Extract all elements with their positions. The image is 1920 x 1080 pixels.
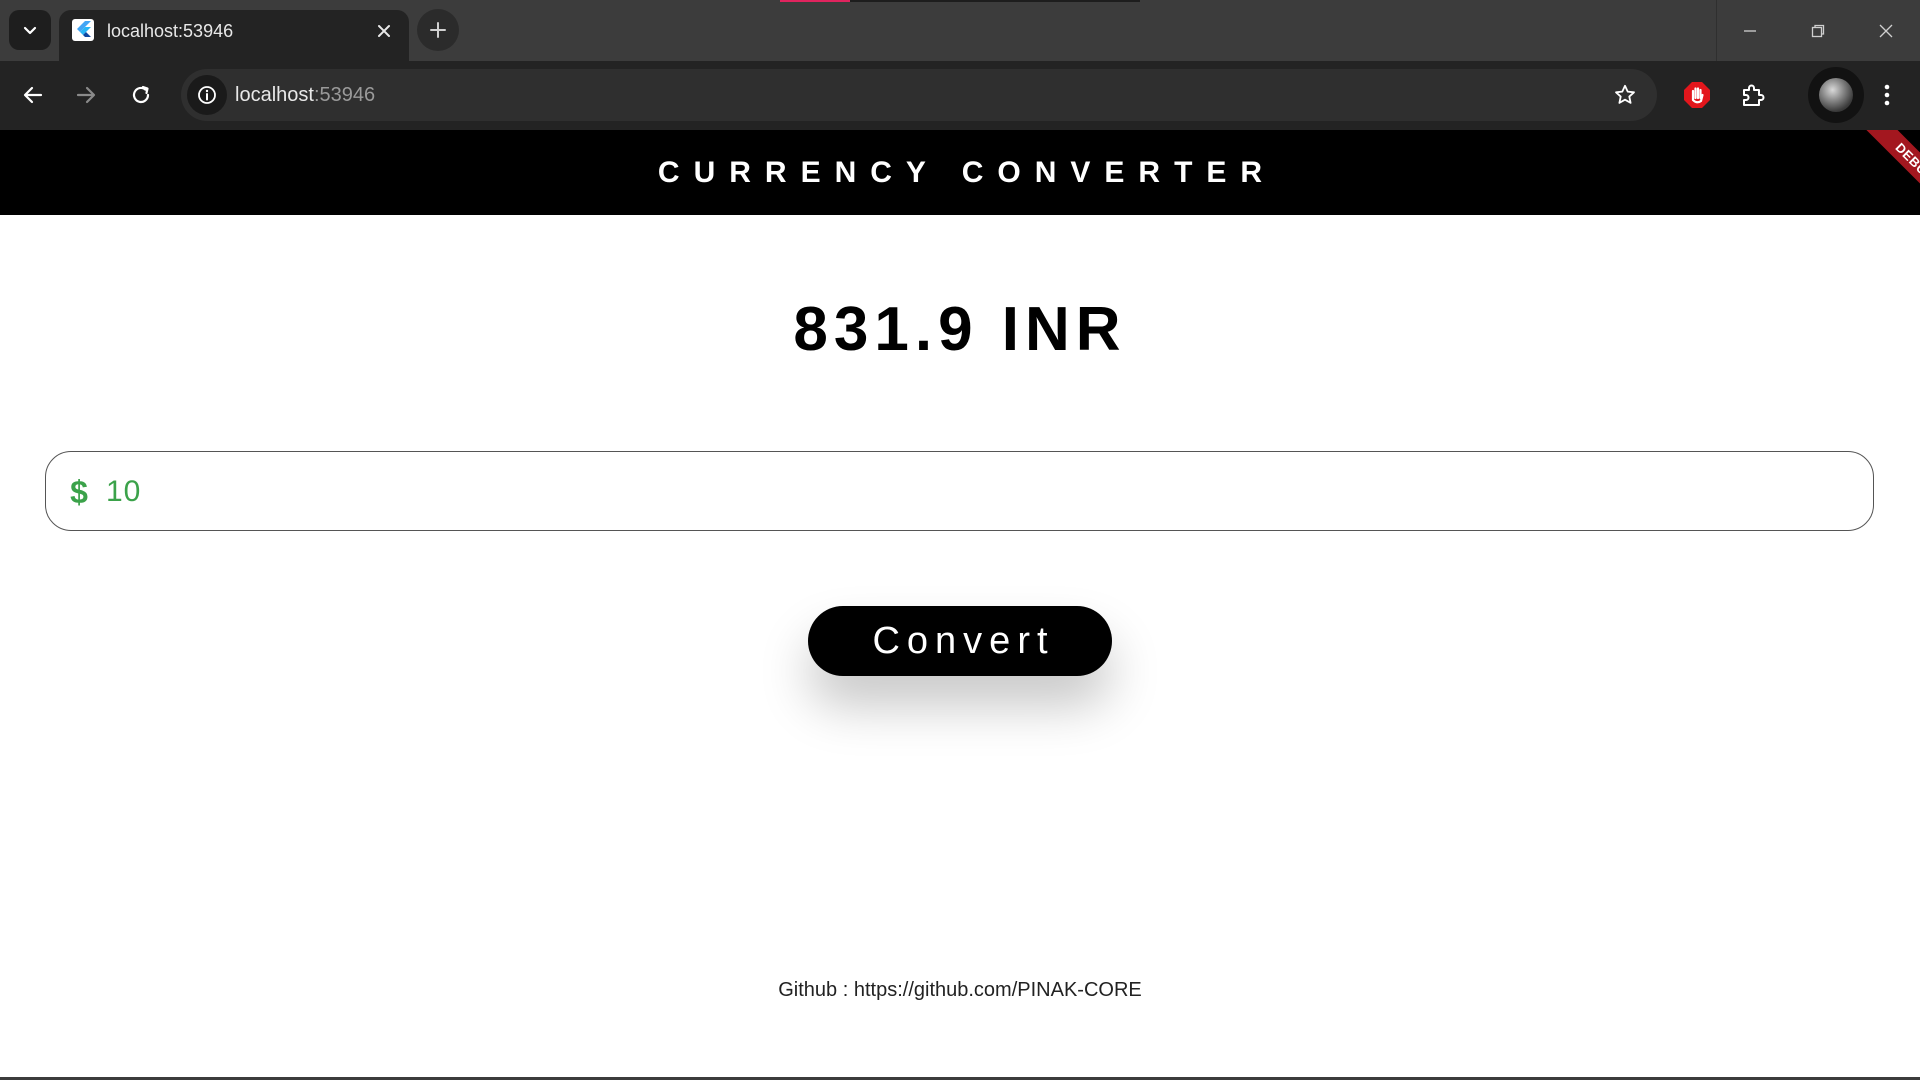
close-tab-button[interactable] [373, 20, 395, 42]
adblock-extension-button[interactable] [1675, 73, 1719, 117]
close-icon [1879, 24, 1893, 37]
amount-input-value[interactable]: 10 [106, 472, 141, 512]
bookmark-button[interactable] [1605, 75, 1645, 115]
url-host: localhost [235, 84, 314, 106]
new-tab-button[interactable] [417, 9, 459, 51]
arrow-left-icon [23, 86, 43, 104]
conversion-result: 831.9 INR [793, 295, 1127, 364]
url-port: :53946 [313, 84, 376, 106]
profile-button[interactable] [1808, 67, 1864, 123]
info-icon [198, 86, 216, 104]
address-url: localhost:53946 [235, 83, 375, 107]
close-icon [378, 25, 390, 37]
app-title: CURRENCY CONVERTER [657, 155, 1277, 189]
browser-tab-active[interactable]: localhost:53946 [59, 10, 409, 61]
app-bar: CURRENCY CONVERTER DEBUG [0, 130, 1920, 215]
tab-title: localhost:53946 [107, 21, 234, 41]
close-window-button[interactable] [1852, 0, 1920, 61]
browser-toolbar: localhost:53946 [0, 61, 1920, 130]
back-button[interactable] [11, 73, 55, 117]
reload-button[interactable] [119, 73, 163, 117]
minimize-icon [1744, 29, 1756, 32]
loading-indicator [780, 0, 850, 2]
convert-button[interactable]: Convert [808, 606, 1112, 676]
forward-button[interactable] [64, 73, 108, 117]
address-bar[interactable]: localhost:53946 [181, 69, 1657, 121]
restore-window-button[interactable] [1784, 0, 1852, 61]
chevron-down-icon [23, 26, 37, 35]
stop-hand-icon [1684, 82, 1710, 108]
puzzle-icon [1743, 84, 1765, 106]
more-vertical-icon [1884, 84, 1890, 106]
minimize-window-button[interactable] [1716, 0, 1784, 61]
reload-icon [132, 85, 150, 104]
star-icon [1615, 84, 1635, 104]
tab-search-button[interactable] [9, 10, 51, 50]
extensions-button[interactable] [1731, 73, 1775, 117]
avatar [1819, 78, 1853, 112]
browser-menu-button[interactable] [1865, 73, 1909, 117]
loading-track [850, 0, 1140, 2]
browser-tab-strip: localhost:53946 [0, 0, 1920, 61]
plus-icon [430, 22, 446, 38]
site-info-button[interactable] [187, 75, 227, 115]
restore-icon [1811, 24, 1825, 37]
flutter-icon [72, 19, 94, 41]
dollar-icon: $ [70, 474, 88, 510]
arrow-right-icon [76, 86, 96, 104]
amount-input[interactable]: $ 10 [45, 451, 1874, 531]
github-footer: Github : https://github.com/PINAK-CORE [778, 979, 1142, 1001]
